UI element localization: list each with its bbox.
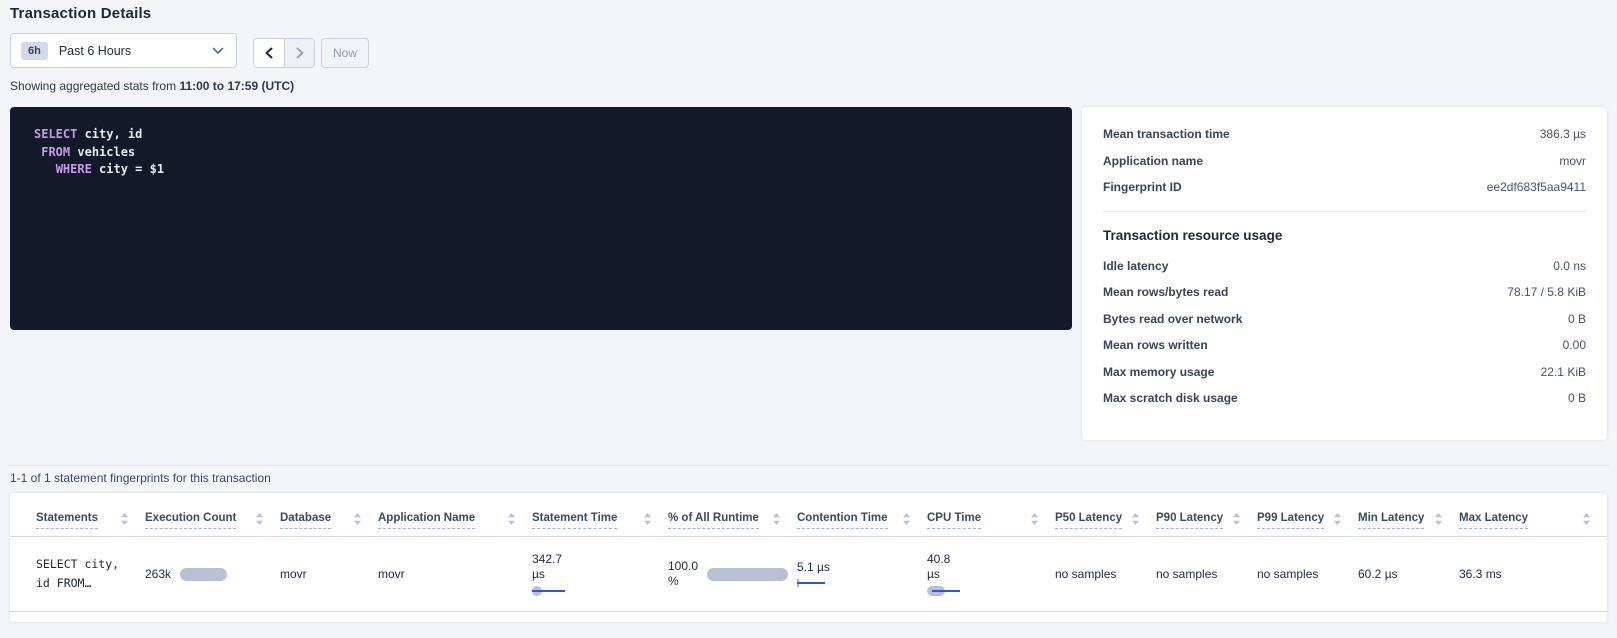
p50-latency-cell: no samples (1055, 567, 1156, 581)
now-button[interactable]: Now (321, 38, 369, 68)
statement-row: SELECT city, id FROM… 263k movr movr 342… (10, 537, 1607, 612)
column-header-execution-count[interactable]: Execution Count (145, 493, 280, 536)
column-header-contention-time[interactable]: Contention Time (797, 493, 927, 536)
column-header-statements[interactable]: Statements (36, 493, 145, 536)
column-header-max-latency[interactable]: Max Latency (1459, 493, 1607, 536)
max-latency-cell: 36.3 ms (1459, 567, 1607, 581)
column-header-pct-of-all-runtime[interactable]: % of All Runtime (668, 493, 797, 536)
chevron-left-icon (264, 47, 274, 59)
cpu-time-bar-chart (927, 586, 964, 596)
summary-divider (1103, 211, 1586, 212)
column-header-p99-latency[interactable]: P99 Latency (1257, 493, 1358, 536)
column-header-p90-latency[interactable]: P90 Latency (1156, 493, 1257, 536)
transaction-details-page: Transaction Details 6h Past 6 Hours Now … (0, 0, 1617, 638)
sort-icon (255, 513, 264, 525)
sort-icon (1030, 513, 1039, 525)
statement-fingerprints-count: 1-1 of 1 statement fingerprints for this… (10, 471, 271, 485)
column-header-database[interactable]: Database (280, 493, 378, 536)
time-range-badge: 6h (21, 42, 48, 60)
column-header-p50-latency[interactable]: P50 Latency (1055, 493, 1156, 536)
sort-icon (1131, 513, 1140, 525)
transaction-summary-card: Mean transaction time 386.3 µs Applicati… (1082, 107, 1607, 440)
sort-icon (643, 513, 652, 525)
statement-link[interactable]: SELECT city, id FROM… (36, 555, 145, 593)
contention-time-bar-chart (797, 579, 825, 589)
sort-icon (507, 513, 516, 525)
next-interval-button[interactable] (284, 39, 314, 67)
database-cell: movr (280, 567, 378, 581)
summary-row-fingerprint-id: Fingerprint ID ee2df683f5aa9411 (1103, 174, 1586, 201)
execution-count-bar (180, 568, 227, 581)
chevron-down-icon (212, 42, 224, 60)
sql-statement-box: SELECT city, id FROM vehicles WHERE city… (10, 107, 1072, 330)
resource-row-idle-latency: Idle latency 0.0 ns (1103, 253, 1586, 280)
statements-table: Statements Execution Count Database Appl… (10, 493, 1607, 622)
statements-table-header: Statements Execution Count Database Appl… (10, 493, 1607, 537)
pct-runtime-bar (707, 568, 788, 581)
column-header-application-name[interactable]: Application Name (378, 493, 532, 536)
resource-row-bytes-read-over-network: Bytes read over network 0 B (1103, 306, 1586, 333)
contention-time-cell: 5.1 µs (797, 560, 927, 589)
page-title: Transaction Details (10, 5, 151, 22)
time-range-label: Past 6 Hours (59, 44, 212, 58)
resource-row-max-memory-usage: Max memory usage 22.1 KiB (1103, 359, 1586, 386)
summary-row-mean-transaction-time: Mean transaction time 386.3 µs (1103, 121, 1586, 148)
section-divider (8, 465, 1609, 466)
execution-count-cell: 263k (145, 567, 280, 581)
resource-row-max-scratch-disk-usage: Max scratch disk usage 0 B (1103, 385, 1586, 412)
aggregation-period-text: Showing aggregated stats from 11:00 to 1… (10, 79, 294, 93)
resource-row-mean-rows-bytes-read: Mean rows/bytes read 78.17 / 5.8 KiB (1103, 279, 1586, 306)
sort-icon (902, 513, 911, 525)
sort-icon (1434, 513, 1443, 525)
sort-icon (353, 513, 362, 525)
sort-icon (1582, 513, 1591, 525)
cpu-time-cell: 40.8 µs (927, 552, 1055, 596)
column-header-statement-time[interactable]: Statement Time (532, 493, 668, 536)
p99-latency-cell: no samples (1257, 567, 1358, 581)
p90-latency-cell: no samples (1156, 567, 1257, 581)
previous-interval-button[interactable] (254, 39, 284, 67)
time-nav-buttons (253, 38, 315, 68)
column-header-min-latency[interactable]: Min Latency (1358, 493, 1459, 536)
summary-row-application-name: Application name movr (1103, 148, 1586, 175)
column-header-cpu-time[interactable]: CPU Time (927, 493, 1055, 536)
sort-icon (1232, 513, 1241, 525)
aggregation-period-range: 11:00 to 17:59 (UTC) (179, 79, 294, 93)
chevron-right-icon (295, 47, 305, 59)
sort-icon (772, 513, 781, 525)
resource-usage-heading: Transaction resource usage (1103, 228, 1586, 243)
min-latency-cell: 60.2 µs (1358, 567, 1459, 581)
time-range-dropdown[interactable]: 6h Past 6 Hours (10, 33, 237, 68)
sort-icon (1333, 513, 1342, 525)
sort-icon (120, 513, 129, 525)
resource-row-mean-rows-written: Mean rows written 0.00 (1103, 332, 1586, 359)
pct-runtime-cell: 100.0 % (668, 559, 797, 589)
statement-time-bar-chart (532, 586, 565, 596)
application-name-cell: movr (378, 567, 532, 581)
statement-time-cell: 342.7 µs (532, 552, 668, 596)
